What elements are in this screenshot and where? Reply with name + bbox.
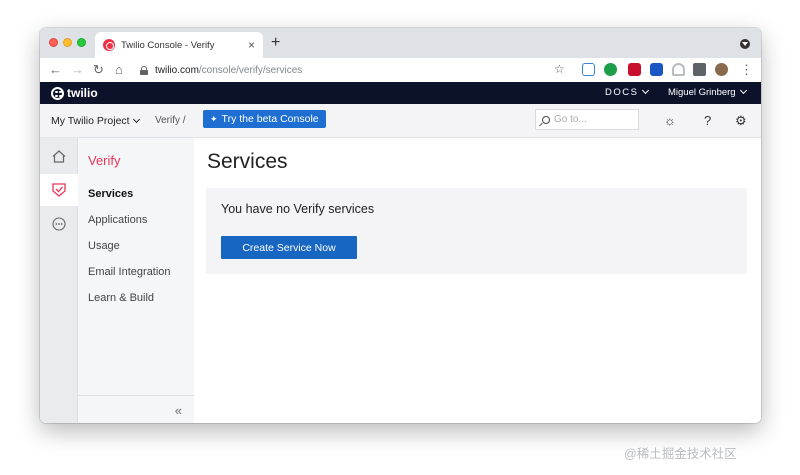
sidebar-item-email-integration[interactable]: Email Integration: [88, 266, 171, 278]
product-rail: [40, 138, 78, 423]
minimize-window-button[interactable]: [63, 38, 72, 47]
home-icon: [52, 149, 66, 163]
back-button[interactable]: ←: [49, 62, 62, 78]
twilio-logo-icon: [51, 86, 64, 100]
profile-avatar[interactable]: [715, 63, 728, 76]
user-menu[interactable]: Miguel Grinberg: [668, 86, 747, 98]
sidebar-item-usage[interactable]: Usage: [88, 240, 120, 252]
twilio-logo-text: twilio: [67, 86, 98, 100]
main-content: Services You have no Verify services Cre…: [194, 138, 761, 423]
search-icon: [542, 115, 550, 124]
url-path: /console/verify/services: [198, 64, 303, 76]
sidebar-footer: «: [78, 395, 194, 423]
help-icon[interactable]: ?: [704, 113, 711, 128]
sidebar-item-learn-build[interactable]: Learn & Build: [88, 292, 154, 304]
docs-menu[interactable]: DOCS: [605, 86, 650, 98]
rail-verify[interactable]: [40, 174, 78, 206]
browser-tab[interactable]: Twilio Console - Verify ×: [95, 32, 263, 58]
rail-more[interactable]: [40, 208, 78, 240]
tab-search-icon[interactable]: [740, 39, 750, 49]
tab-close-icon[interactable]: ×: [248, 38, 255, 52]
empty-state-card: You have no Verify services Create Servi…: [206, 188, 747, 274]
chevron-down-icon: [642, 86, 650, 95]
close-window-button[interactable]: [49, 38, 58, 47]
browser-window: Twilio Console - Verify × + ← → ↻ ⌂ twil…: [40, 28, 761, 423]
settings-gear-icon[interactable]: ⚙: [735, 113, 747, 129]
twilio-top-nav: twilio DOCS Miguel Grinberg: [40, 82, 761, 104]
page-title: Services: [207, 150, 288, 173]
chevron-down-icon: [739, 86, 747, 95]
project-selector[interactable]: My Twilio Project: [51, 115, 140, 127]
chevron-down-icon: [132, 115, 140, 124]
screenshot-extension-icon[interactable]: [582, 63, 595, 76]
address-bar[interactable]: twilio.com/console/verify/services: [140, 61, 570, 79]
url-host: twilio.com: [155, 64, 199, 76]
arc-extension-icon[interactable]: [672, 63, 685, 76]
go-to-search-input[interactable]: Go to...: [535, 109, 639, 130]
breadcrumb[interactable]: Verify /: [155, 115, 186, 126]
puzzle-extensions-icon[interactable]: [693, 63, 706, 76]
maximize-window-button[interactable]: [77, 38, 86, 47]
search-placeholder: Go to...: [554, 114, 587, 125]
twilio-favicon-icon: [103, 39, 115, 51]
forward-button[interactable]: →: [71, 62, 84, 78]
new-tab-button[interactable]: +: [271, 34, 280, 52]
green-extension-icon[interactable]: [604, 63, 617, 76]
verify-icon: [52, 183, 66, 197]
project-bar: My Twilio Project Verify / ✦ Try the bet…: [40, 104, 761, 138]
more-options-icon: [52, 217, 66, 231]
verify-sidebar: Verify Services Applications Usage Email…: [78, 138, 194, 423]
tab-strip: Twilio Console - Verify × +: [40, 28, 761, 58]
empty-state-message: You have no Verify services: [221, 202, 375, 216]
docs-label: DOCS: [605, 87, 639, 98]
project-name: My Twilio Project: [51, 115, 130, 127]
sparkle-icon: ✦: [210, 113, 218, 124]
red-extension-icon[interactable]: [628, 63, 641, 76]
debugger-bug-icon[interactable]: ☼: [664, 113, 676, 128]
sidebar-item-services[interactable]: Services: [88, 188, 133, 200]
lock-icon: [140, 65, 148, 75]
browser-toolbar: ← → ↻ ⌂ twilio.com/console/verify/servic…: [40, 58, 761, 82]
user-name: Miguel Grinberg: [668, 87, 736, 98]
sidebar-item-applications[interactable]: Applications: [88, 214, 147, 226]
twilio-logo[interactable]: twilio: [51, 86, 98, 100]
rail-home[interactable]: [40, 140, 78, 172]
sidebar-title: Verify: [88, 153, 121, 168]
beta-button-label: Try the beta Console: [221, 113, 319, 125]
tab-title: Twilio Console - Verify: [121, 39, 215, 51]
bookmark-star-icon[interactable]: ☆: [554, 62, 565, 76]
browser-menu-icon[interactable]: ⋮: [740, 62, 753, 78]
try-beta-console-button[interactable]: ✦ Try the beta Console: [203, 110, 326, 128]
home-button[interactable]: ⌂: [115, 62, 123, 78]
watermark: @稀土掘金技术社区: [624, 447, 737, 461]
reload-button[interactable]: ↻: [93, 62, 104, 78]
blue-extension-icon[interactable]: [650, 63, 663, 76]
create-service-button[interactable]: Create Service Now: [221, 236, 357, 259]
collapse-sidebar-icon[interactable]: «: [175, 403, 182, 418]
